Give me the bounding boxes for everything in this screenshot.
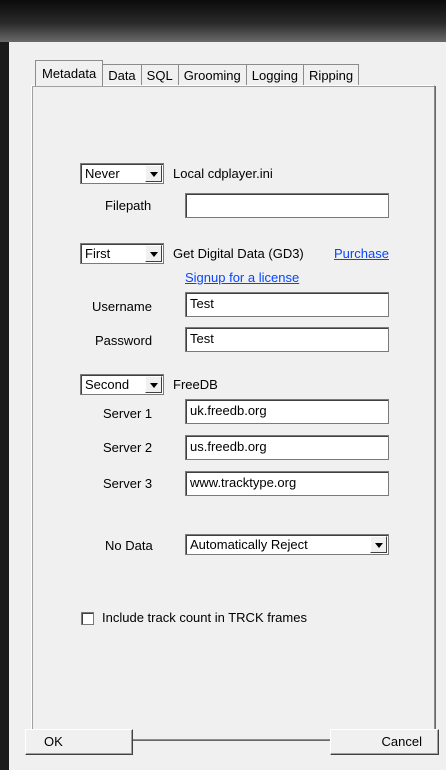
tab-logging[interactable]: Logging [245, 64, 305, 86]
server1-label: Server 1 [103, 406, 153, 421]
tab-sql[interactable]: SQL [140, 64, 179, 86]
tab-metadata[interactable]: Metadata [35, 60, 104, 86]
track-count-label[interactable]: Include track count in TRCK frames [102, 610, 307, 625]
server2-input[interactable]: us.freedb.org [185, 435, 389, 460]
no-data-value: Automatically Reject [190, 537, 308, 552]
chevron-down-icon[interactable] [145, 376, 162, 393]
chevron-down-icon[interactable] [370, 536, 387, 553]
local-priority-select[interactable]: Never [80, 163, 164, 184]
gd3-priority-select[interactable]: First [80, 243, 164, 264]
local-cdplayer-label: Local cdplayer.ini [173, 166, 273, 181]
track-count-checkbox[interactable] [81, 612, 94, 625]
server3-label: Server 3 [103, 476, 153, 491]
username-label: Username [92, 299, 152, 314]
cancel-button[interactable]: Cancel [330, 729, 439, 755]
signup-link[interactable]: Signup for a license [185, 270, 299, 285]
tab-strip: Metadata Data SQL Grooming Logging Rippi… [35, 60, 360, 86]
server2-label: Server 2 [103, 440, 153, 455]
no-data-label: No Data [105, 538, 153, 553]
freedb-label: FreeDB [173, 377, 218, 392]
filepath-label: Filepath [105, 198, 152, 213]
tab-grooming[interactable]: Grooming [177, 64, 247, 86]
chevron-down-icon[interactable] [145, 245, 162, 262]
ok-button[interactable]: OK [25, 729, 133, 755]
chevron-down-icon[interactable] [145, 165, 162, 182]
tab-ripping[interactable]: Ripping [303, 64, 360, 86]
filepath-input[interactable] [185, 193, 389, 218]
password-label: Password [95, 333, 153, 348]
settings-dialog: Metadata Data SQL Grooming Logging Rippi… [9, 42, 446, 770]
purchase-link[interactable]: Purchase [334, 246, 389, 261]
password-input[interactable]: Test [185, 327, 389, 352]
server1-input[interactable]: uk.freedb.org [185, 399, 389, 424]
username-input[interactable]: Test [185, 292, 389, 317]
server3-input[interactable]: www.tracktype.org [185, 471, 389, 496]
freedb-priority-select[interactable]: Second [80, 374, 164, 395]
tab-data[interactable]: Data [102, 64, 142, 86]
gd3-label: Get Digital Data (GD3) [173, 246, 304, 261]
window-titlebar[interactable] [0, 0, 446, 42]
no-data-select[interactable]: Automatically Reject [185, 534, 389, 555]
